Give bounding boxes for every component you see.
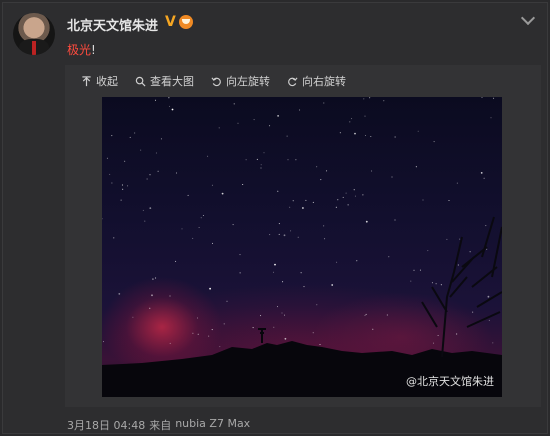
rotate-right-icon <box>288 76 298 86</box>
collapse-button[interactable]: 收起 <box>81 73 118 89</box>
verified-icon[interactable]: V <box>165 14 176 30</box>
view-large-label: 查看大图 <box>150 75 194 88</box>
rotate-left-button[interactable]: 向左旋转 <box>211 73 270 89</box>
post-footer: 3月18日 04:48 来自 nubia Z7 Max <box>67 417 250 433</box>
avatar[interactable] <box>13 13 55 55</box>
collapse-icon <box>82 75 91 86</box>
photo-watermark: @北京天文馆朱进 <box>406 375 494 388</box>
aurora-photo[interactable]: @北京天文馆朱进 <box>102 97 502 397</box>
media-toolbar: 收起 查看大图 向左旋转 向右旋转 <box>65 65 541 97</box>
post-text-suffix: ! <box>91 43 96 57</box>
view-large-button[interactable]: 查看大图 <box>135 73 194 89</box>
username-link[interactable]: 北京天文馆朱进 <box>67 15 158 34</box>
mountain-silhouette <box>102 216 502 397</box>
rotate-right-label: 向右旋转 <box>302 75 346 88</box>
rotate-right-button[interactable]: 向右旋转 <box>287 73 346 89</box>
post-timestamp[interactable]: 3月18日 04:48 <box>67 417 145 433</box>
media-viewer: 收起 查看大图 向左旋转 向右旋转 @北京天文馆朱进 <box>65 65 541 407</box>
source-prefix: 来自 <box>149 419 172 432</box>
device-source[interactable]: nubia Z7 Max <box>175 417 250 433</box>
avatar-tie <box>32 41 36 55</box>
search-icon <box>135 76 146 87</box>
weibo-post-card: 北京天文馆朱进 V 极光! 收起 查看大图 向左旋转 向右旋转 @北京天文馆朱进… <box>2 2 548 434</box>
chevron-down-icon[interactable] <box>520 10 536 26</box>
post-text-highlight: 极光 <box>67 43 92 57</box>
rotate-left-label: 向左旋转 <box>226 75 270 88</box>
rotate-left-icon <box>211 76 221 86</box>
member-badge-icon[interactable] <box>179 15 193 29</box>
collapse-label: 收起 <box>96 75 118 88</box>
post-text: 极光! <box>67 41 96 58</box>
